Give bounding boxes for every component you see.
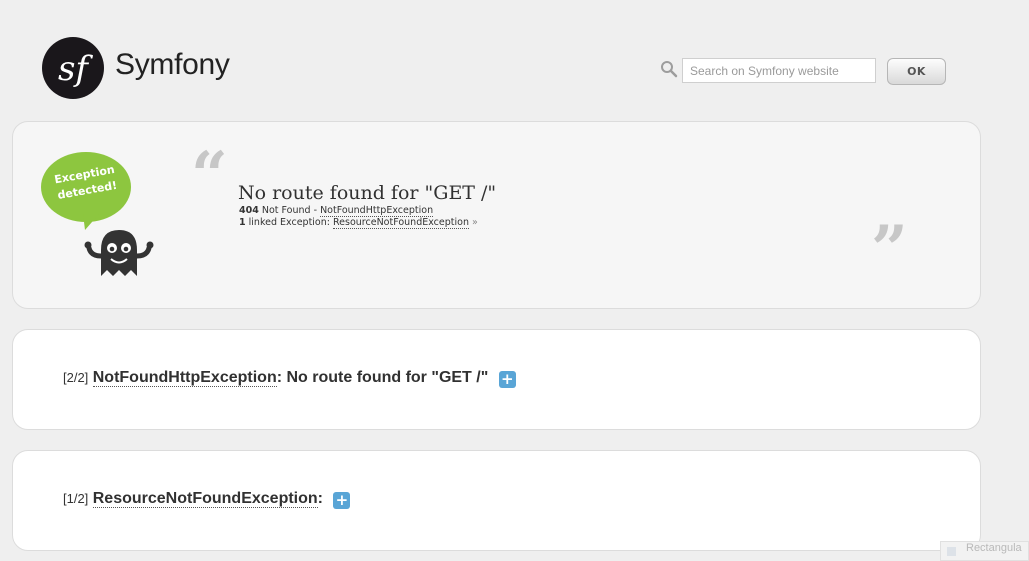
trace-panel: [1/2] ResourceNotFoundException: + [12, 450, 981, 551]
exception-summary-panel: Exception detected! “ ” No route found f… [12, 121, 981, 309]
search-input[interactable] [682, 58, 876, 83]
expand-trace-button[interactable]: + [498, 371, 516, 388]
overlay-label: Rectangula [966, 542, 1022, 554]
status-separator: - [313, 205, 318, 216]
linked-exception-link[interactable]: ResourceNotFoundException [333, 217, 469, 229]
trace-exception-class[interactable]: NotFoundHttpException [92, 369, 277, 387]
status-line: 404 Not Found - NotFoundHttpException [239, 205, 434, 217]
trace-position: [2/2] [63, 370, 89, 385]
trace-panel: [2/2] NotFoundHttpException: No route fo… [12, 329, 981, 430]
linked-exception-line: 1 linked Exception: ResourceNotFoundExce… [239, 217, 478, 229]
brand-name[interactable]: Symfony [115, 48, 230, 82]
expand-trace-button[interactable]: + [333, 492, 351, 509]
trace-exception-class[interactable]: ResourceNotFoundException [92, 490, 318, 508]
ghost-mascot-icon [84, 230, 154, 276]
close-quote-icon: ” [871, 212, 908, 287]
linked-label: linked Exception: [248, 217, 330, 228]
linked-count: 1 [239, 217, 246, 228]
rectangle-icon [947, 547, 956, 556]
open-quote-icon: “ [191, 138, 228, 213]
linked-arrow-icon[interactable]: » [472, 217, 478, 228]
overlay-rectangle-tab[interactable]: Rectangula [940, 541, 1029, 561]
search-icon [661, 61, 678, 78]
status-text: Not Found [261, 205, 311, 216]
svg-text:sf: sf [58, 49, 93, 89]
sf-glyph-icon: sf [58, 49, 93, 89]
trace-message: : [317, 490, 323, 507]
status-code: 404 [239, 205, 259, 216]
exception-class-link[interactable]: NotFoundHttpException [320, 205, 434, 217]
symfony-logo-icon[interactable]: sf [42, 37, 104, 99]
trace-message: : No route found for "GET /" [276, 369, 489, 386]
search-ok-button[interactable]: OK [887, 58, 946, 85]
trace-heading: [2/2] NotFoundHttpException: No route fo… [63, 369, 516, 388]
trace-heading: [1/2] ResourceNotFoundException: + [63, 490, 351, 509]
trace-position: [1/2] [63, 491, 89, 506]
error-title: No route found for "GET /" [238, 182, 497, 204]
